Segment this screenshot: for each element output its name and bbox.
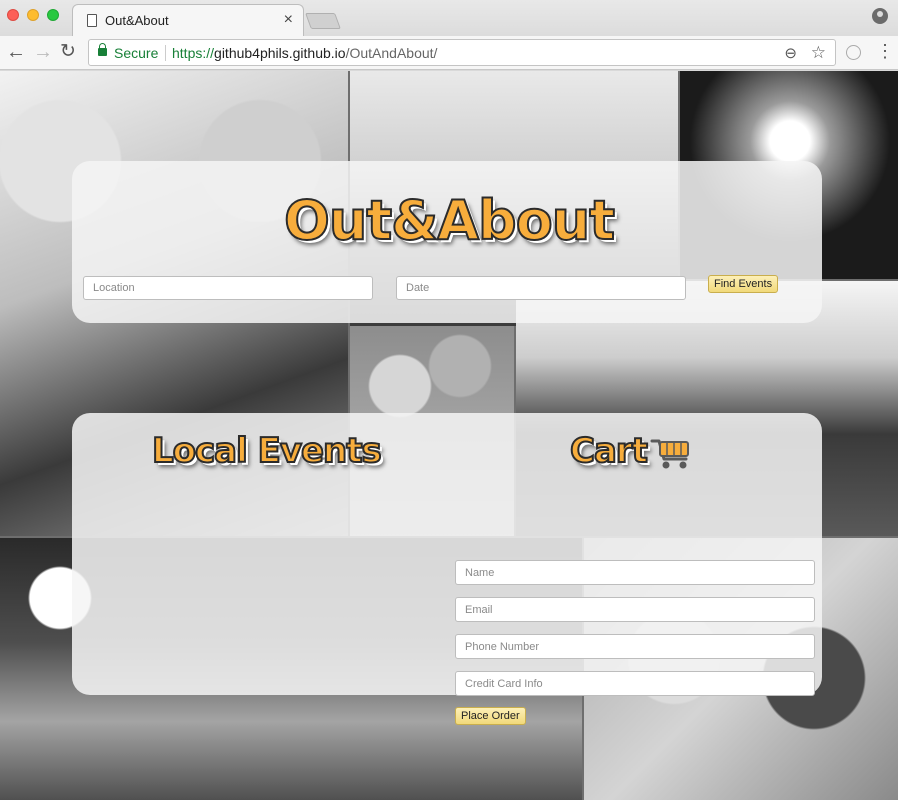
browser-toolbar: ← → ↻ Secure https://github4phils.github… (0, 36, 898, 70)
forward-icon[interactable]: → (33, 40, 53, 64)
secure-label: Secure (114, 45, 159, 61)
local-events-heading: Local Events (151, 430, 383, 472)
close-window-button[interactable] (7, 9, 19, 21)
reload-icon[interactable]: ↻ (60, 40, 76, 64)
shopping-cart-icon (650, 439, 689, 469)
close-icon[interactable]: × (284, 11, 293, 29)
site-logo: Out&About (283, 188, 616, 253)
browser-tab[interactable]: Out&About × (72, 4, 304, 36)
search-panel: Out&About Find Events (72, 161, 822, 323)
lock-icon (98, 43, 107, 56)
page-content: Out&About Find Events Local Events Cart … (0, 71, 898, 800)
phone-number-input[interactable] (455, 634, 815, 659)
url-scheme: https:// (172, 45, 215, 61)
browser-titlebar: Out&About × (0, 0, 898, 36)
extension-icon[interactable] (846, 45, 861, 60)
maximize-window-button[interactable] (47, 9, 59, 21)
address-bar[interactable]: Secure https://github4phils.github.io/Ou… (88, 39, 836, 66)
email-input[interactable] (455, 597, 815, 622)
place-order-button[interactable]: Place Order (455, 707, 526, 725)
back-icon[interactable]: ← (6, 40, 26, 64)
credit-card-input[interactable] (455, 671, 815, 696)
menu-icon[interactable]: ⋮ (876, 41, 894, 61)
location-input[interactable] (83, 276, 373, 300)
tab-title: Out&About (105, 13, 169, 28)
star-icon[interactable]: ☆ (811, 43, 826, 63)
profile-icon[interactable] (872, 8, 888, 24)
date-input[interactable] (396, 276, 686, 300)
page-icon (87, 14, 97, 27)
omnibox-divider (165, 45, 166, 61)
events-cart-panel: Local Events Cart Place Order (72, 413, 822, 725)
name-input[interactable] (455, 560, 815, 585)
url-text[interactable]: https://github4phils.github.io/OutAndAbo… (172, 45, 437, 61)
zoom-icon[interactable]: ⊖ (784, 44, 797, 62)
find-events-button[interactable]: Find Events (708, 275, 779, 293)
new-tab-button[interactable] (305, 13, 341, 29)
url-path: /OutAndAbout/ (345, 45, 438, 61)
cart-heading: Cart (569, 430, 649, 472)
url-host: github4phils.github.io (214, 45, 346, 61)
minimize-window-button[interactable] (27, 9, 39, 21)
